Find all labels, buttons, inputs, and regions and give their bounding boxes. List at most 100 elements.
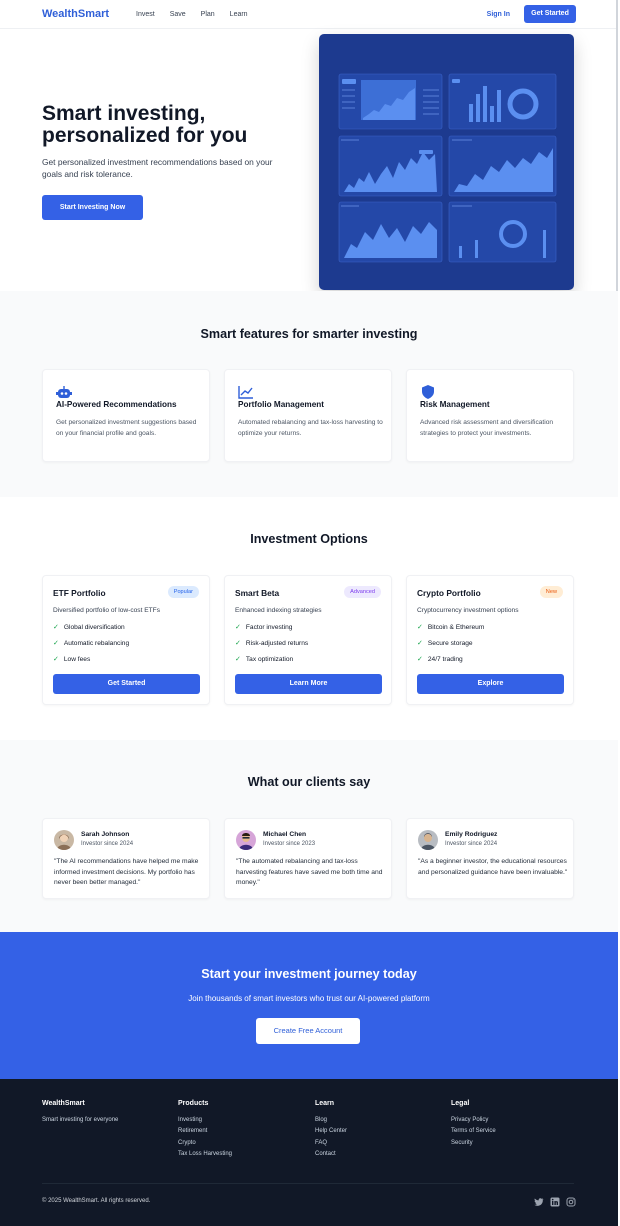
nav-link-plan[interactable]: Plan bbox=[201, 11, 215, 18]
client-since: Investor since 2023 bbox=[263, 841, 316, 847]
footer-heading: Products bbox=[178, 1100, 209, 1107]
avatar bbox=[54, 830, 74, 850]
learn-more-button[interactable]: Learn More bbox=[235, 674, 382, 694]
footer-heading: Legal bbox=[451, 1100, 470, 1107]
sign-in-link[interactable]: Sign In bbox=[487, 11, 510, 18]
chart-line-icon bbox=[238, 386, 253, 399]
option-card-etf: ETF Portfolio Popular Diversified portfo… bbox=[42, 575, 210, 705]
footer-link-investing[interactable]: Investing bbox=[178, 1117, 232, 1123]
linkedin-icon[interactable] bbox=[550, 1197, 560, 1207]
option-feature: ✓ Automatic rebalancing bbox=[53, 640, 130, 647]
option-card-crypto: Crypto Portfolio New Cryptocurrency inve… bbox=[406, 575, 574, 705]
option-feature: ✓ Bitcoin & Ethereum bbox=[417, 624, 485, 631]
footer-link-security[interactable]: Security bbox=[451, 1140, 496, 1146]
client-since: Investor since 2024 bbox=[445, 841, 498, 847]
testimonial-card: Emily Rodriguez Investor since 2024 "As … bbox=[406, 818, 574, 899]
check-icon: ✓ bbox=[53, 624, 59, 631]
client-quote: "The automated rebalancing and tax-loss … bbox=[236, 858, 383, 886]
check-icon: ✓ bbox=[417, 624, 423, 631]
nav-link-invest[interactable]: Invest bbox=[136, 11, 155, 18]
option-title: ETF Portfolio bbox=[53, 588, 106, 598]
top-nav: WealthSmart Invest Save Plan Learn Sign … bbox=[0, 0, 618, 29]
feature-desc: Get personalized investment suggestions … bbox=[56, 419, 197, 437]
robot-icon bbox=[56, 386, 72, 398]
hero-section: Smart investing, personalized for you Ge… bbox=[0, 29, 618, 291]
check-icon: ✓ bbox=[417, 656, 423, 663]
popular-badge: Popular bbox=[167, 586, 199, 598]
option-subtitle: Diversified portfolio of low-cost ETFs bbox=[53, 607, 160, 614]
client-quote: "The AI recommendations have helped me m… bbox=[54, 858, 199, 886]
feature-card-ai: AI-Powered Recommendations Get personali… bbox=[42, 369, 210, 462]
explore-button[interactable]: Explore bbox=[417, 674, 564, 694]
feature-desc: Advanced risk assessment and diversifica… bbox=[420, 419, 554, 437]
logo[interactable]: WealthSmart bbox=[42, 8, 136, 20]
option-feature: ✓ 24/7 trading bbox=[417, 656, 463, 663]
footer-link-tax-loss[interactable]: Tax Loss Harvesting bbox=[178, 1151, 232, 1157]
testimonials-title: What our clients say bbox=[247, 775, 371, 789]
feature-title: Portfolio Management bbox=[238, 400, 324, 409]
hero-title: Smart investing, personalized for you bbox=[42, 102, 248, 147]
create-account-button[interactable]: Create Free Account bbox=[256, 1018, 360, 1044]
check-icon: ✓ bbox=[53, 640, 59, 647]
cta-section: Start your investment journey today Join… bbox=[0, 932, 618, 1079]
footer-link-blog[interactable]: Blog bbox=[315, 1117, 347, 1123]
option-feature: ✓ Low fees bbox=[53, 656, 91, 663]
footer-legal-col: Legal Privacy Policy Terms of Service Se… bbox=[451, 1100, 496, 1151]
option-title: Crypto Portfolio bbox=[417, 588, 481, 598]
footer-link-help[interactable]: Help Center bbox=[315, 1128, 347, 1134]
avatar bbox=[418, 830, 438, 850]
feature-card-portfolio: Portfolio Management Automated rebalanci… bbox=[224, 369, 392, 462]
cta-subtitle: Join thousands of smart investors who tr… bbox=[188, 994, 430, 1003]
feature-card-risk: Risk Management Advanced risk assessment… bbox=[406, 369, 574, 462]
footer-link-privacy[interactable]: Privacy Policy bbox=[451, 1117, 496, 1123]
check-icon: ✓ bbox=[235, 624, 241, 631]
start-investing-button[interactable]: Start Investing Now bbox=[42, 195, 143, 220]
testimonial-card: Michael Chen Investor since 2023 "The au… bbox=[224, 818, 392, 899]
features-title: Smart features for smarter investing bbox=[200, 327, 418, 341]
shield-icon bbox=[422, 385, 434, 399]
investment-options-section: Investment Options ETF Portfolio Popular… bbox=[0, 497, 618, 740]
copyright: © 2025 WealthSmart. All rights reserved. bbox=[42, 1198, 151, 1204]
cta-title: Start your investment journey today bbox=[201, 967, 417, 981]
footer-logo[interactable]: WealthSmart bbox=[42, 1100, 118, 1107]
nav-link-learn[interactable]: Learn bbox=[230, 11, 248, 18]
option-feature: ✓ Risk-adjusted returns bbox=[235, 640, 309, 647]
dashboard-graphic bbox=[338, 73, 557, 263]
option-feature: ✓ Factor investing bbox=[235, 624, 293, 631]
advanced-badge: Advanced bbox=[344, 586, 381, 598]
feature-desc: Automated rebalancing and tax-loss harve… bbox=[238, 419, 383, 437]
feature-title: Risk Management bbox=[420, 400, 490, 409]
footer-link-faq[interactable]: FAQ bbox=[315, 1140, 347, 1146]
option-card-smart-beta: Smart Beta Advanced Enhanced indexing st… bbox=[224, 575, 392, 705]
nav-actions: Sign In Get Started bbox=[487, 5, 576, 23]
footer-link-retirement[interactable]: Retirement bbox=[178, 1128, 232, 1134]
get-started-option-button[interactable]: Get Started bbox=[53, 674, 200, 694]
check-icon: ✓ bbox=[53, 656, 59, 663]
client-name: Michael Chen bbox=[263, 831, 307, 838]
investment-title: Investment Options bbox=[250, 532, 368, 546]
check-icon: ✓ bbox=[235, 656, 241, 663]
footer-link-terms[interactable]: Terms of Service bbox=[451, 1128, 496, 1134]
footer-learn-col: Learn Blog Help Center FAQ Contact bbox=[315, 1100, 347, 1162]
option-feature: ✓ Global diversification bbox=[53, 624, 125, 631]
option-subtitle: Enhanced indexing strategies bbox=[235, 607, 322, 614]
footer-heading: Learn bbox=[315, 1100, 335, 1107]
instagram-icon[interactable] bbox=[566, 1197, 576, 1207]
avatar bbox=[236, 830, 256, 850]
hero-subtitle: Get personalized investment recommendati… bbox=[42, 157, 273, 179]
client-name: Sarah Johnson bbox=[81, 831, 130, 838]
option-feature: ✓ Tax optimization bbox=[235, 656, 294, 663]
features-section: Smart features for smarter investing AI-… bbox=[0, 291, 618, 497]
option-feature: ✓ Secure storage bbox=[417, 640, 473, 647]
twitter-icon[interactable] bbox=[534, 1197, 544, 1207]
footer-tagline: Smart investing for everyone bbox=[42, 1117, 119, 1123]
footer-link-contact[interactable]: Contact bbox=[315, 1151, 347, 1157]
nav-link-save[interactable]: Save bbox=[170, 11, 186, 18]
testimonials-section: What our clients say Sarah Johnson Inves… bbox=[0, 740, 618, 932]
footer-link-crypto[interactable]: Crypto bbox=[178, 1140, 232, 1146]
testimonial-card: Sarah Johnson Investor since 2024 "The A… bbox=[42, 818, 210, 899]
client-since: Investor since 2024 bbox=[81, 841, 134, 847]
option-title: Smart Beta bbox=[235, 588, 280, 598]
check-icon: ✓ bbox=[235, 640, 241, 647]
get-started-button[interactable]: Get Started bbox=[524, 5, 576, 23]
